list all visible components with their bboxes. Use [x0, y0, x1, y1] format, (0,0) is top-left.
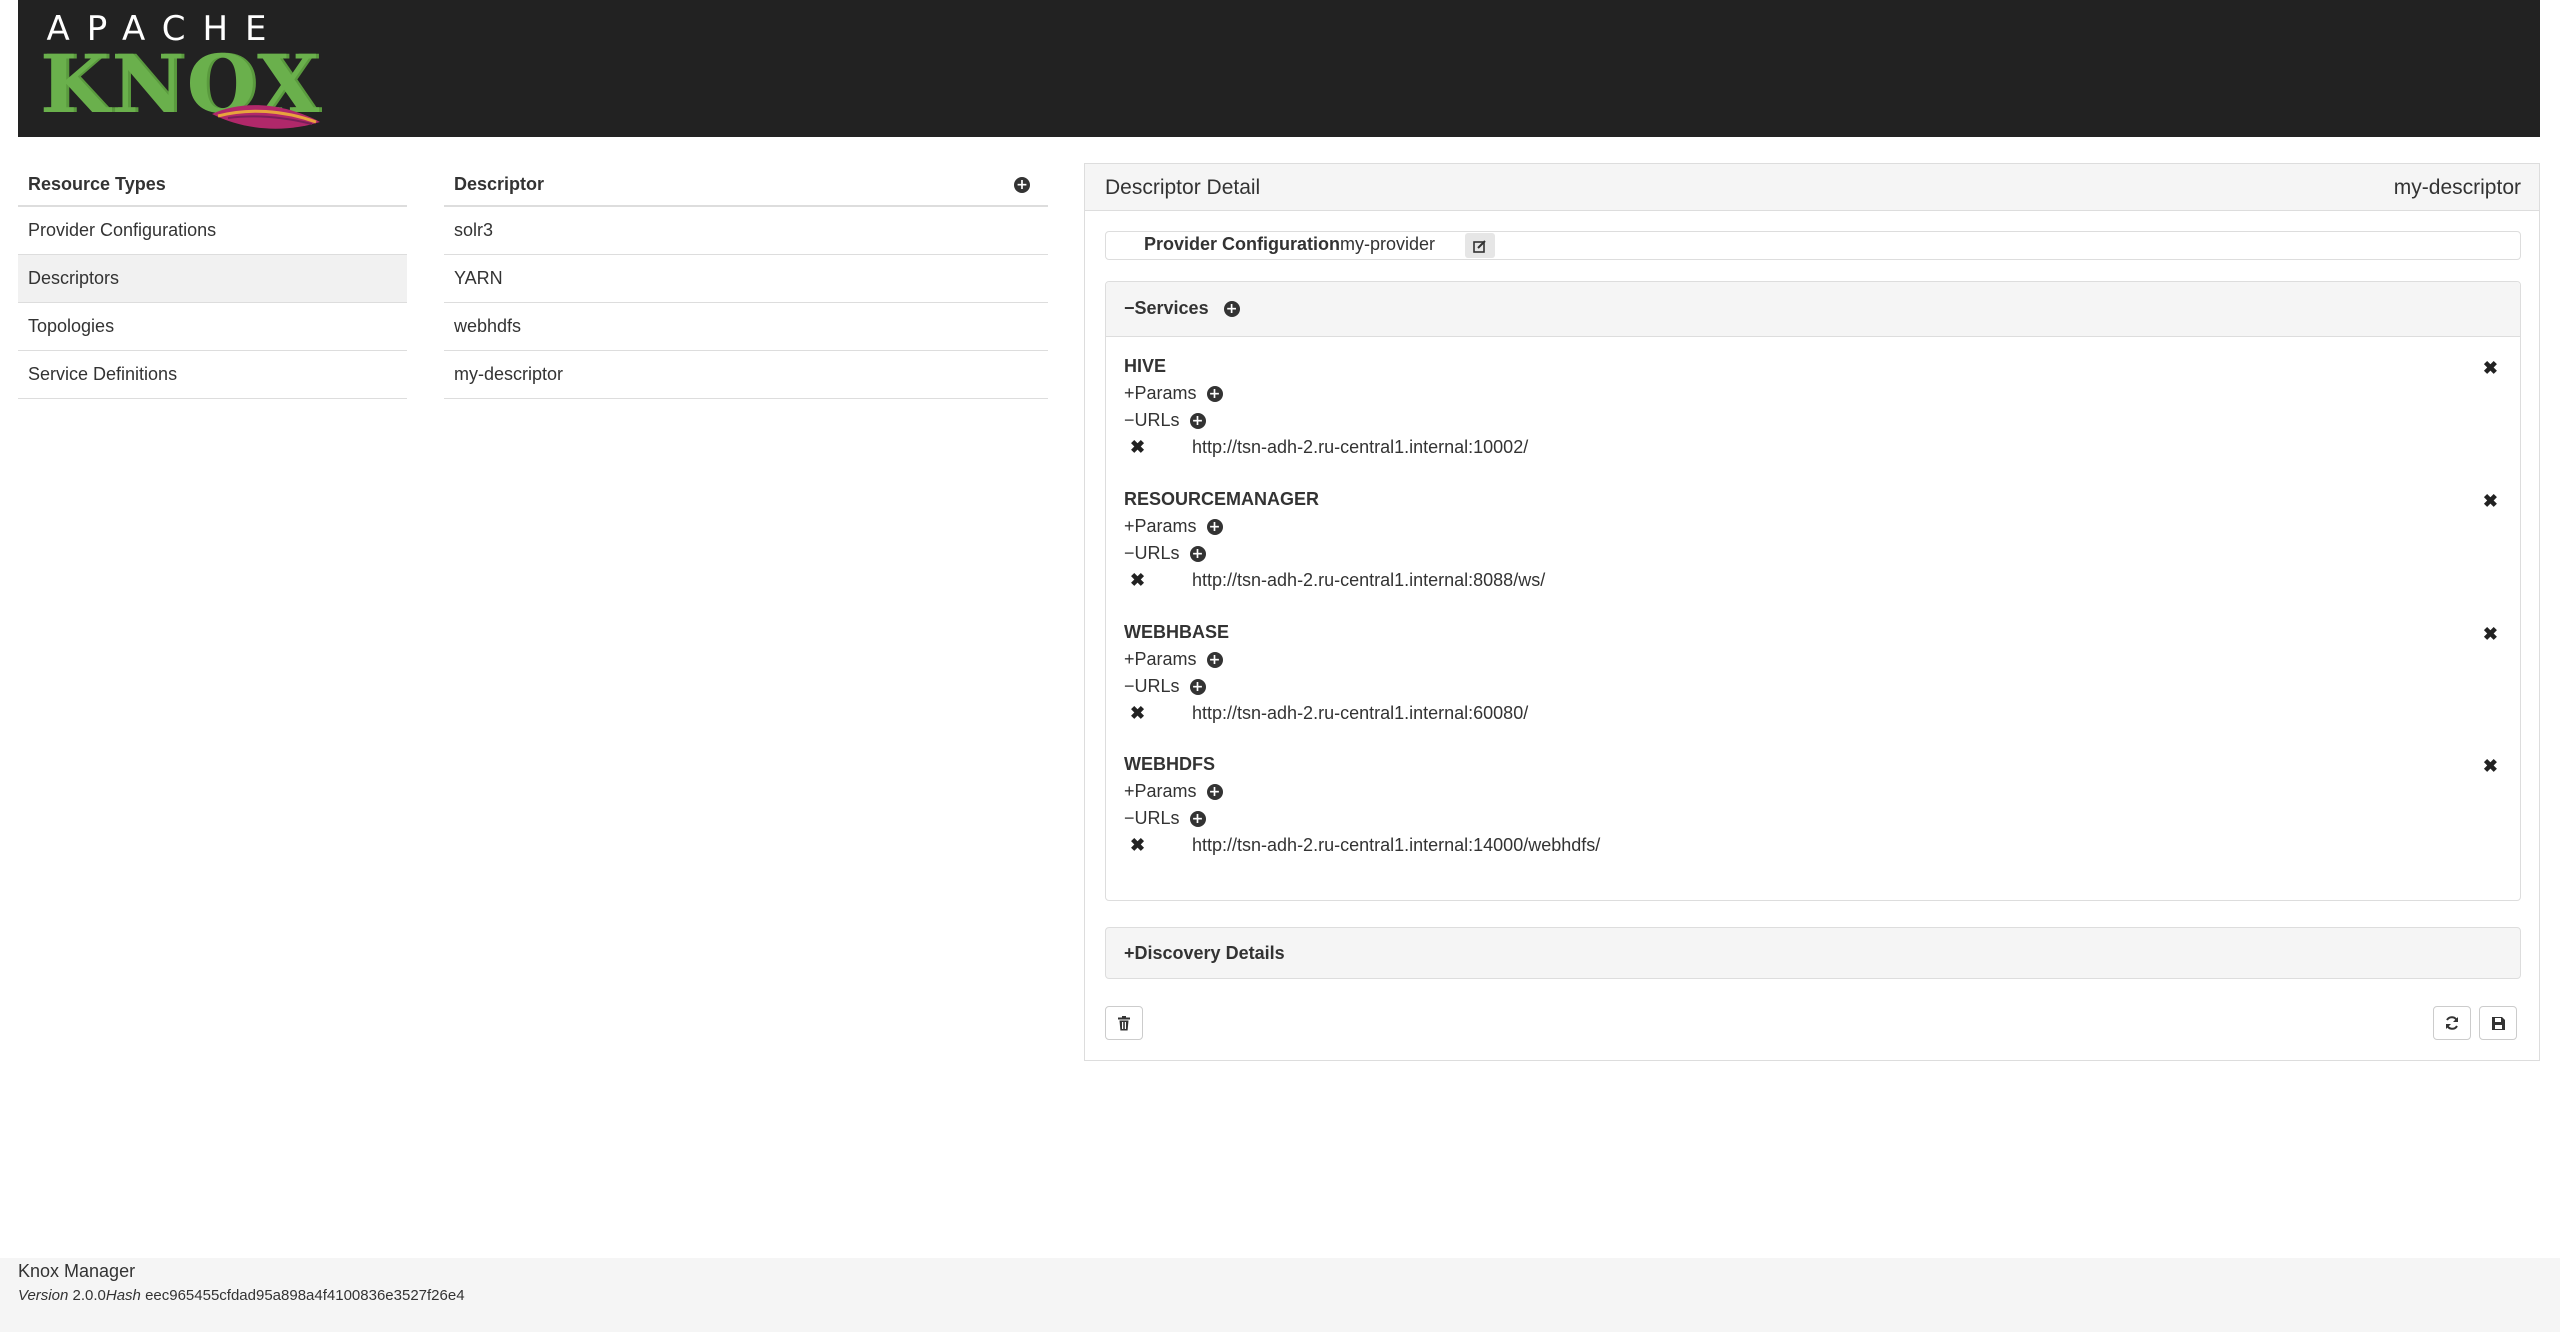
urls-toggle[interactable]: −URLs + — [1124, 676, 1206, 697]
add-url-icon[interactable]: + — [1189, 546, 1206, 563]
apache-knox-logo[interactable]: APACHE KNOX — [40, 12, 320, 130]
discovery-details-panel[interactable]: +Discovery Details — [1105, 927, 2521, 979]
service-url: http://tsn-adh-2.ru-central1.internal:60… — [1192, 703, 1529, 723]
discovery-details-title: +Discovery Details — [1124, 943, 1285, 963]
feather-icon — [212, 105, 320, 129]
refresh-button[interactable] — [2433, 1006, 2471, 1040]
resource-type-topologies[interactable]: Topologies — [18, 303, 407, 351]
service-block: WEBHBASE ✖ +Params + −URLs + ✖ http://tsn-… — [1124, 622, 2504, 742]
remove-service-icon[interactable]: ✖ — [2483, 491, 2498, 512]
params-toggle[interactable]: +Params + — [1124, 781, 1223, 802]
remove-service-icon[interactable]: ✖ — [2483, 624, 2498, 645]
params-label: +Params — [1124, 383, 1197, 403]
service-url: http://tsn-adh-2.ru-central1.internal:80… — [1192, 570, 1546, 590]
app-header: APACHE KNOX — [18, 0, 2540, 137]
resource-type-descriptors[interactable]: Descriptors — [18, 255, 407, 303]
service-name: RESOURCEMANAGER — [1124, 489, 1320, 509]
service-name: HIVE — [1124, 356, 1167, 376]
params-toggle[interactable]: +Params + — [1124, 516, 1223, 537]
service-block: WEBHDFS ✖ +Params + −URLs + ✖ http://tsn-a… — [1124, 754, 2504, 874]
descriptor-list-header: Descriptor + — [444, 162, 1048, 207]
remove-url-icon[interactable]: ✖ — [1130, 835, 1145, 856]
params-toggle[interactable]: +Params + — [1124, 383, 1223, 404]
edit-provider-button[interactable] — [1465, 233, 1495, 258]
refresh-icon — [2446, 1016, 2458, 1030]
add-param-icon[interactable]: + — [1206, 519, 1223, 536]
resource-types-panel: Resource Types Provider Configurations D… — [18, 162, 407, 399]
urls-toggle[interactable]: −URLs + — [1124, 808, 1206, 829]
footer-title: Knox Manager — [18, 1261, 136, 1281]
resource-types-title: Resource Types — [18, 162, 407, 207]
save-button[interactable] — [2479, 1006, 2517, 1040]
remove-url-icon[interactable]: ✖ — [1130, 570, 1145, 591]
services-toggle[interactable]: −Services + — [1124, 298, 1240, 319]
service-name: WEBHDFS — [1124, 754, 1215, 774]
footer-version-line: Version 2.0.0Hash eec965455cfdad95a898a4… — [18, 1287, 465, 1304]
params-label: +Params — [1124, 781, 1197, 801]
urls-label: −URLs — [1124, 543, 1180, 563]
delete-button[interactable] — [1105, 1006, 1143, 1040]
descriptor-detail-name: my-descriptor — [2393, 176, 2521, 199]
descriptor-list-title: Descriptor — [454, 174, 545, 194]
urls-label: −URLs — [1124, 410, 1180, 430]
provider-configuration-row: Provider Configuration my-provider — [1105, 231, 2521, 260]
version-value: 2.0.0 — [72, 1287, 106, 1304]
remove-service-icon[interactable]: ✖ — [2483, 358, 2498, 379]
add-url-icon[interactable]: + — [1189, 679, 1206, 696]
params-toggle[interactable]: +Params + — [1124, 649, 1223, 670]
add-param-icon[interactable]: + — [1206, 652, 1223, 669]
descriptor-list-panel: Descriptor + solr3 YARN webhdfs my-descr… — [444, 162, 1048, 399]
add-url-icon[interactable]: + — [1189, 413, 1206, 430]
add-service-icon[interactable]: + — [1223, 301, 1240, 318]
hash-label: Hash — [105, 1287, 141, 1304]
urls-label: −URLs — [1124, 808, 1180, 828]
descriptor-item-solr3[interactable]: solr3 — [444, 207, 1048, 255]
params-label: +Params — [1124, 649, 1197, 669]
add-url-icon[interactable]: + — [1189, 811, 1206, 828]
service-block: RESOURCEMANAGER ✖ +Params + −URLs + ✖ http… — [1124, 489, 2504, 609]
urls-toggle[interactable]: −URLs + — [1124, 543, 1206, 564]
version-label: Version — [18, 1287, 69, 1304]
resource-type-service-definitions[interactable]: Service Definitions — [18, 351, 407, 399]
services-panel-header[interactable]: −Services + — [1106, 282, 2520, 337]
add-descriptor-icon[interactable]: + — [1014, 177, 1030, 193]
descriptor-item-yarn[interactable]: YARN — [444, 255, 1048, 303]
descriptor-detail-panel: Descriptor Detail my-descriptor Provider… — [1084, 163, 2540, 1061]
descriptor-item-webhdfs[interactable]: webhdfs — [444, 303, 1048, 351]
add-param-icon[interactable]: + — [1206, 386, 1223, 403]
app-footer: Knox Manager Version 2.0.0Hash eec965455… — [0, 1258, 2560, 1332]
hash-value: eec965455cfdad95a898a4f4100836e3527f26e4 — [145, 1287, 465, 1304]
floppy-disk-icon — [2491, 1016, 2505, 1030]
services-panel: −Services + HIVE ✖ +Params + −URLs + ✖ htt… — [1105, 281, 2521, 901]
params-label: +Params — [1124, 516, 1197, 536]
add-param-icon[interactable]: + — [1206, 784, 1223, 801]
descriptor-detail-title: Descriptor Detail — [1105, 176, 1261, 199]
descriptor-detail-header: Descriptor Detail my-descriptor — [1085, 164, 2539, 211]
service-name: WEBHBASE — [1124, 622, 1230, 642]
urls-toggle[interactable]: −URLs + — [1124, 410, 1206, 431]
edit-icon — [1473, 239, 1486, 253]
provider-configuration-label: Provider Configuration — [1144, 234, 1341, 254]
remove-url-icon[interactable]: ✖ — [1130, 437, 1145, 458]
trash-icon — [1118, 1015, 1130, 1030]
descriptor-item-my-descriptor[interactable]: my-descriptor — [444, 351, 1048, 399]
service-url: http://tsn-adh-2.ru-central1.internal:14… — [1192, 835, 1601, 855]
urls-label: −URLs — [1124, 676, 1180, 696]
resource-type-provider-configurations[interactable]: Provider Configurations — [18, 207, 407, 255]
remove-service-icon[interactable]: ✖ — [2483, 756, 2498, 777]
service-block: HIVE ✖ +Params + −URLs + ✖ http://tsn-adh-… — [1124, 356, 2504, 476]
services-title: −Services — [1124, 298, 1209, 318]
provider-configuration-value: my-provider — [1340, 234, 1436, 254]
service-url: http://tsn-adh-2.ru-central1.internal:10… — [1192, 437, 1529, 457]
remove-url-icon[interactable]: ✖ — [1130, 703, 1145, 724]
